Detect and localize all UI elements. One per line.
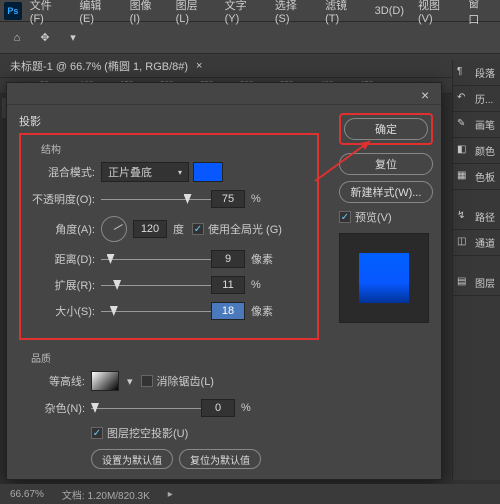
blend-mode-label: 混合模式:	[29, 164, 101, 180]
panel-swatches[interactable]: ▦色板	[453, 164, 500, 190]
ok-button[interactable]: 确定	[344, 118, 428, 140]
right-panels: ¶段落 ↶历... ✎画笔 ◧颜色 ▦色板 ↯路径 ◫通道 ▤图层	[452, 60, 500, 480]
new-style-button[interactable]: 新建样式(W)...	[339, 181, 433, 203]
quality-label: 品质	[19, 350, 319, 365]
contour-picker[interactable]	[91, 371, 119, 391]
ok-highlight: 确定	[339, 113, 433, 145]
zoom-level[interactable]: 66.67%	[10, 489, 44, 500]
effect-title: 投影	[19, 113, 319, 129]
menu-3d[interactable]: 3D(D)	[369, 3, 410, 19]
dialog-header[interactable]: ×	[7, 83, 441, 105]
chevron-down-icon[interactable]: ▾	[64, 29, 82, 47]
doc-info: 文档: 1.20M/820.3K	[62, 487, 150, 502]
document-title: 未标题-1 @ 66.7% (椭圆 1, RGB/8#)	[10, 58, 188, 74]
menu-type[interactable]: 文字(Y)	[219, 0, 267, 27]
opacity-slider[interactable]	[101, 192, 211, 206]
size-unit: 像素	[251, 303, 273, 319]
noise-label: 杂色(N):	[19, 400, 91, 416]
structure-label: 结构	[29, 141, 309, 156]
size-slider[interactable]	[101, 304, 211, 318]
preview-thumbnail	[339, 233, 429, 323]
panel-paragraph[interactable]: ¶段落	[453, 60, 500, 86]
angle-unit: 度	[173, 221, 184, 237]
preview-label: 预览(V)	[355, 209, 392, 225]
size-label: 大小(S):	[29, 303, 101, 319]
menu-select[interactable]: 选择(S)	[269, 0, 317, 27]
cancel-button[interactable]: 复位	[339, 153, 433, 175]
set-default-button[interactable]: 设置为默认值	[91, 449, 173, 469]
knockout-label: 图层挖空投影(U)	[107, 425, 188, 441]
global-light-checkbox[interactable]	[192, 223, 204, 235]
structure-group: 结构 混合模式: 正片叠底▾ 不透明度(O): % 角度(A):	[19, 133, 319, 340]
chevron-right-icon[interactable]: ▸	[168, 489, 173, 500]
noise-input[interactable]	[201, 399, 235, 417]
spread-unit: %	[251, 279, 261, 291]
app-logo: Ps	[4, 2, 22, 20]
shadow-color-swatch[interactable]	[193, 162, 223, 182]
panel-color[interactable]: ◧颜色	[453, 138, 500, 164]
panel-channels[interactable]: ◫通道	[453, 230, 500, 256]
close-icon[interactable]: ×	[421, 87, 435, 101]
menu-edit[interactable]: 编辑(E)	[73, 0, 121, 27]
angle-input[interactable]	[133, 220, 167, 238]
close-tab-icon[interactable]: ×	[196, 60, 202, 72]
spread-label: 扩展(R):	[29, 277, 101, 293]
contour-label: 等高线:	[19, 373, 91, 389]
opacity-input[interactable]	[211, 190, 245, 208]
menu-view[interactable]: 视图(V)	[412, 0, 460, 27]
menu-image[interactable]: 图像(I)	[124, 0, 168, 27]
opacity-unit: %	[251, 193, 261, 205]
distance-input[interactable]	[211, 250, 245, 268]
antialias-label: 消除锯齿(L)	[157, 373, 214, 389]
menu-file[interactable]: 文件(F)	[24, 0, 72, 27]
home-icon[interactable]: ⌂	[8, 29, 26, 47]
menubar: Ps 文件(F) 编辑(E) 图像(I) 图层(L) 文字(Y) 选择(S) 滤…	[0, 0, 500, 22]
size-input[interactable]	[211, 302, 245, 320]
menu-filter[interactable]: 滤镜(T)	[319, 0, 367, 27]
chevron-down-icon[interactable]: ▾	[127, 375, 133, 388]
blend-mode-select[interactable]: 正片叠底▾	[101, 162, 189, 182]
status-bar: 66.67% 文档: 1.20M/820.3K ▸	[0, 484, 500, 504]
panel-brush[interactable]: ✎画笔	[453, 112, 500, 138]
document-tab[interactable]: 未标题-1 @ 66.7% (椭圆 1, RGB/8#) ×	[0, 54, 500, 78]
panel-paths[interactable]: ↯路径	[453, 204, 500, 230]
menu-window[interactable]: 窗口	[462, 0, 496, 29]
angle-label: 角度(A):	[29, 221, 101, 237]
noise-slider[interactable]	[91, 401, 201, 415]
panel-history[interactable]: ↶历...	[453, 86, 500, 112]
spread-input[interactable]	[211, 276, 245, 294]
chevron-down-icon: ▾	[178, 168, 182, 177]
move-tool-icon[interactable]: ✥	[36, 29, 54, 47]
distance-label: 距离(D):	[29, 251, 101, 267]
spread-slider[interactable]	[101, 278, 211, 292]
antialias-checkbox[interactable]	[141, 375, 153, 387]
distance-unit: 像素	[251, 251, 273, 267]
layer-style-dialog: × 投影 结构 混合模式: 正片叠底▾ 不透明度(O): %	[6, 82, 442, 480]
reset-default-button[interactable]: 复位为默认值	[179, 449, 261, 469]
knockout-checkbox[interactable]	[91, 427, 103, 439]
preview-checkbox[interactable]	[339, 211, 351, 223]
panel-layers[interactable]: ▤图层	[453, 270, 500, 296]
menu-layer[interactable]: 图层(L)	[170, 0, 217, 27]
opacity-label: 不透明度(O):	[29, 191, 101, 207]
options-bar: ⌂ ✥ ▾	[0, 22, 500, 54]
distance-slider[interactable]	[101, 252, 211, 266]
global-light-label: 使用全局光 (G)	[208, 221, 282, 237]
angle-dial[interactable]	[101, 216, 127, 242]
